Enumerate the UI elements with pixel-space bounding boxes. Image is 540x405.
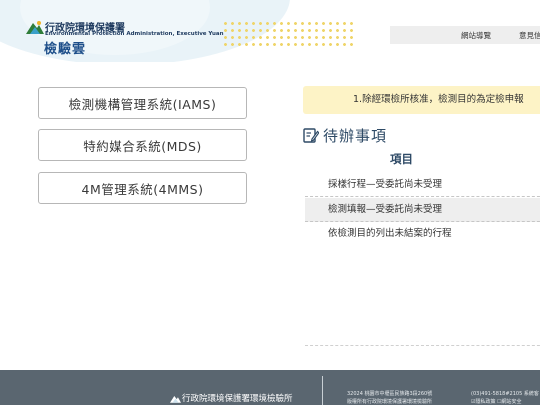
footer-divider [322, 376, 323, 405]
todo-item-sampling[interactable]: 採樣行程—受委託尚未受理 [305, 173, 540, 197]
footer-address: 32024 桃園市中壢區民族路3段260號 [347, 391, 433, 397]
footer-phone: (03)491-5818#2105 系統客 [471, 391, 539, 397]
dot-pattern-decoration [222, 20, 354, 50]
notice-banner: 1.除經環檢所核准，檢測目的為定檢申報 [303, 86, 540, 114]
todo-section-title: 待辦事項 [323, 127, 388, 145]
mds-system-button[interactable]: 特約媒合系統(MDS) [38, 129, 247, 161]
footer-org-name: 行政院環境保護署環境檢驗所 [182, 394, 293, 404]
todo-item-testing[interactable]: 檢測填報—受委託尚未受理 [305, 198, 540, 222]
panel-divider [305, 345, 540, 346]
4mms-system-button[interactable]: 4M管理系統(4MMS) [38, 172, 247, 204]
org-name-en[interactable]: Environmental Protection Administration,… [45, 31, 224, 37]
todo-item-open-schedules[interactable]: 依檢測目的列出未結案的行程 [305, 222, 540, 246]
iams-system-button[interactable]: 檢測機構管理系統(IAMS) [38, 87, 247, 119]
todo-column-header: 項目 [390, 152, 413, 166]
epa-logo-icon[interactable] [26, 20, 44, 34]
nav-link-feedback[interactable]: 意見信 [519, 30, 540, 41]
nav-link-sitemap[interactable]: 網站導覽 [461, 30, 491, 41]
edit-note-icon [303, 128, 319, 143]
footer-copyright: 版權所有行政院環境保護署環境檢驗所 [347, 399, 433, 405]
footer-logo-icon [170, 396, 181, 403]
footer-links[interactable]: ☑隱私政策 ☐網站安全 [471, 398, 522, 405]
site-name[interactable]: 檢驗雲 [44, 38, 86, 57]
